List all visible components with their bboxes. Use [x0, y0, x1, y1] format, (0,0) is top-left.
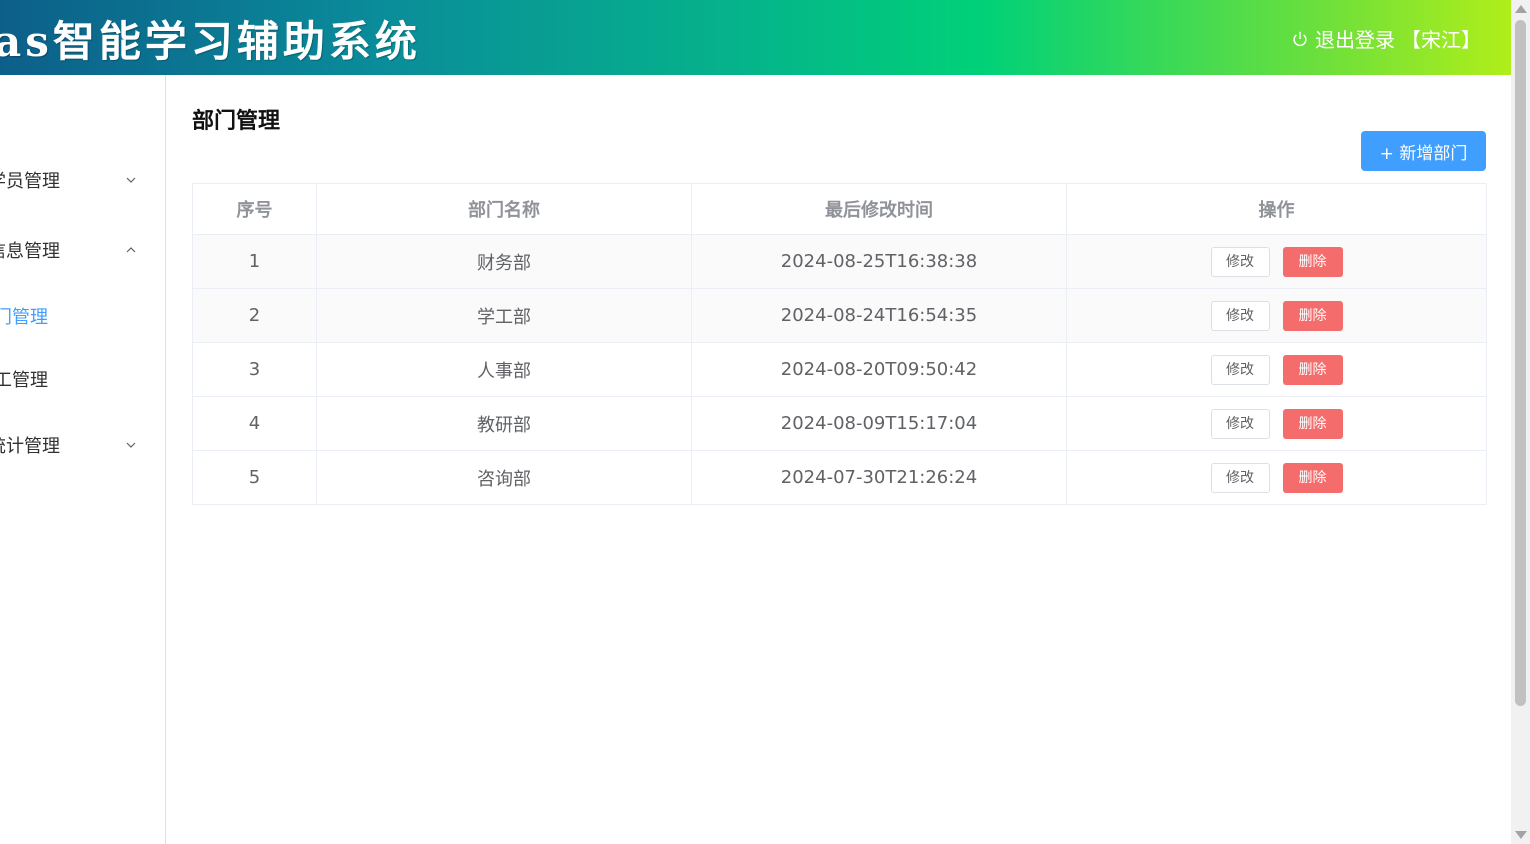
cell-name: 财务部 [316, 234, 692, 289]
cell-index: 4 [192, 396, 317, 451]
chevron-up-icon [126, 247, 136, 253]
table-row: 2 学工部 2024-08-24T16:54:35 修改 删除 [192, 288, 1487, 343]
cell-updated: 2024-08-25T16:38:38 [691, 234, 1067, 289]
edit-button[interactable]: 修改 [1210, 462, 1270, 493]
delete-button[interactable]: 删除 [1282, 408, 1343, 439]
cell-actions: 修改 删除 [1066, 288, 1487, 343]
department-table: 序号 部门名称 最后修改时间 操作 1 财务部 2024-08-25T16:38… [192, 183, 1487, 505]
cell-name: 学工部 [316, 288, 692, 343]
chevron-down-icon [126, 442, 136, 448]
sidebar-item-student[interactable]: 学员管理 [0, 160, 165, 200]
sidebar: 学员管理 信息管理 门管理 工管理 统计管理 [0, 75, 166, 844]
column-header-index: 序号 [192, 183, 317, 235]
delete-button[interactable]: 删除 [1282, 300, 1343, 331]
table-header-row: 序号 部门名称 最后修改时间 操作 [192, 183, 1487, 235]
sidebar-item-label: 工管理 [0, 370, 48, 391]
cell-updated: 2024-08-09T15:17:04 [691, 396, 1067, 451]
edit-button[interactable]: 修改 [1210, 408, 1270, 439]
delete-button[interactable]: 删除 [1282, 354, 1343, 385]
edit-button[interactable]: 修改 [1210, 246, 1270, 277]
delete-button[interactable]: 删除 [1282, 246, 1343, 277]
cell-index: 2 [192, 288, 317, 343]
sidebar-item-label: 学员管理 [0, 171, 60, 192]
sidebar-item-employee[interactable]: 工管理 [0, 359, 165, 399]
add-department-button[interactable]: + 新增部门 [1361, 131, 1486, 171]
sidebar-item-label: 统计管理 [0, 436, 60, 457]
power-icon [1293, 31, 1307, 46]
column-header-actions: 操作 [1066, 183, 1487, 235]
cell-actions: 修改 删除 [1066, 450, 1487, 505]
scroll-thumb[interactable] [1515, 20, 1526, 706]
cell-updated: 2024-07-30T21:26:24 [691, 450, 1067, 505]
chevron-down-icon [126, 177, 136, 183]
column-header-name: 部门名称 [316, 183, 692, 235]
logout-label: 退出登录 [1315, 28, 1395, 52]
edit-button[interactable]: 修改 [1210, 300, 1270, 331]
page-title: 部门管理 [192, 109, 281, 134]
sidebar-item-label: 门管理 [0, 307, 48, 328]
cell-index: 5 [192, 450, 317, 505]
sidebar-item-label: 信息管理 [0, 241, 60, 262]
cell-index: 1 [192, 234, 317, 289]
page-scrollbar[interactable] [1511, 0, 1530, 844]
cell-updated: 2024-08-20T09:50:42 [691, 342, 1067, 397]
cell-name: 咨询部 [316, 450, 692, 505]
sidebar-item-stats[interactable]: 统计管理 [0, 425, 165, 465]
cell-updated: 2024-08-24T16:54:35 [691, 288, 1067, 343]
sidebar-item-dept[interactable]: 门管理 [0, 296, 165, 336]
edit-button[interactable]: 修改 [1210, 354, 1270, 385]
cell-actions: 修改 删除 [1066, 396, 1487, 451]
cell-actions: 修改 删除 [1066, 342, 1487, 397]
table-row: 4 教研部 2024-08-09T15:17:04 修改 删除 [192, 396, 1487, 451]
logout-button[interactable]: 退出登录 【宋江】 [1291, 24, 1481, 53]
current-user: 【宋江】 [1401, 28, 1481, 52]
table-row: 3 人事部 2024-08-20T09:50:42 修改 删除 [192, 342, 1487, 397]
app-title: as智能学习辅助系统 [0, 17, 421, 66]
table-row: 1 财务部 2024-08-25T16:38:38 修改 删除 [192, 234, 1487, 289]
cell-name: 教研部 [316, 396, 692, 451]
cell-actions: 修改 删除 [1066, 234, 1487, 289]
sidebar-item-info[interactable]: 信息管理 [0, 230, 165, 270]
scroll-up-arrow-icon[interactable] [1515, 5, 1527, 13]
column-header-updated: 最后修改时间 [691, 183, 1067, 235]
scroll-down-arrow-icon[interactable] [1515, 831, 1527, 839]
top-header: as智能学习辅助系统 退出登录 【宋江】 [0, 0, 1511, 75]
delete-button[interactable]: 删除 [1282, 462, 1343, 493]
table-row: 5 咨询部 2024-07-30T21:26:24 修改 删除 [192, 450, 1487, 505]
cell-name: 人事部 [316, 342, 692, 397]
cell-index: 3 [192, 342, 317, 397]
